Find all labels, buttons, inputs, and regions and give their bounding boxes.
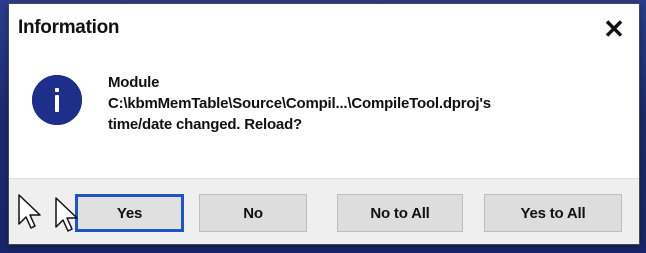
dialog-titlebar: Information ✕ [9, 4, 639, 54]
close-button[interactable]: ✕ [599, 14, 629, 44]
dialog-button-bar: Yes No No to All Yes to All [9, 178, 639, 244]
message-line-2: C:\kbmMemTable\Source\Compil...\CompileT… [108, 95, 491, 112]
information-dialog: Information ✕ Module C:\kbmMemTable\Sour… [9, 4, 639, 244]
message-line-3: time/date changed. Reload? [108, 116, 303, 133]
dialog-title: Information [18, 17, 120, 38]
close-icon: ✕ [603, 14, 625, 44]
dialog-message: Module C:\kbmMemTable\Source\Compil...\C… [108, 72, 628, 135]
yes-to-all-button[interactable]: Yes to All [484, 194, 622, 232]
yes-button[interactable]: Yes [75, 194, 184, 232]
mouse-pointer-icon [55, 197, 78, 232]
dialog-content: Module C:\kbmMemTable\Source\Compil...\C… [9, 54, 639, 178]
no-to-all-button[interactable]: No to All [337, 194, 463, 232]
information-icon [32, 75, 82, 125]
message-line-1: Module [108, 74, 160, 91]
no-button[interactable]: No [199, 194, 307, 232]
mouse-pointer-icon [18, 194, 41, 229]
